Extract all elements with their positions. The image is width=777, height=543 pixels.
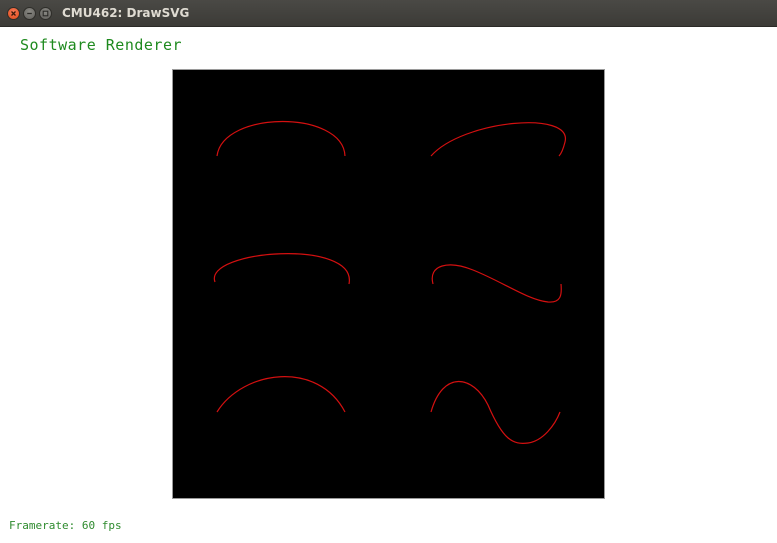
window-title: CMU462: DrawSVG — [62, 6, 190, 20]
curve-4 — [431, 264, 562, 303]
minimize-icon — [27, 12, 32, 15]
maximize-button[interactable] — [39, 7, 52, 20]
app-window: CMU462: DrawSVG Software Renderer Framer… — [0, 0, 777, 543]
curve-5 — [216, 376, 346, 413]
close-icon — [11, 11, 16, 16]
close-button[interactable] — [7, 7, 20, 20]
curve-6 — [430, 381, 561, 444]
curve-2 — [430, 122, 566, 157]
curve-1 — [216, 121, 346, 157]
renderer-heading: Software Renderer — [20, 36, 183, 54]
framerate-label: Framerate: — [9, 519, 76, 532]
render-canvas[interactable] — [172, 69, 605, 499]
framerate-readout: Framerate: 60 fps — [9, 519, 122, 532]
curves-drawing — [214, 121, 566, 444]
maximize-icon — [42, 10, 49, 17]
curve-3 — [214, 253, 350, 285]
minimize-button[interactable] — [23, 7, 36, 20]
framerate-value: 60 fps — [81, 519, 122, 532]
title-bar[interactable]: CMU462: DrawSVG — [0, 0, 777, 27]
